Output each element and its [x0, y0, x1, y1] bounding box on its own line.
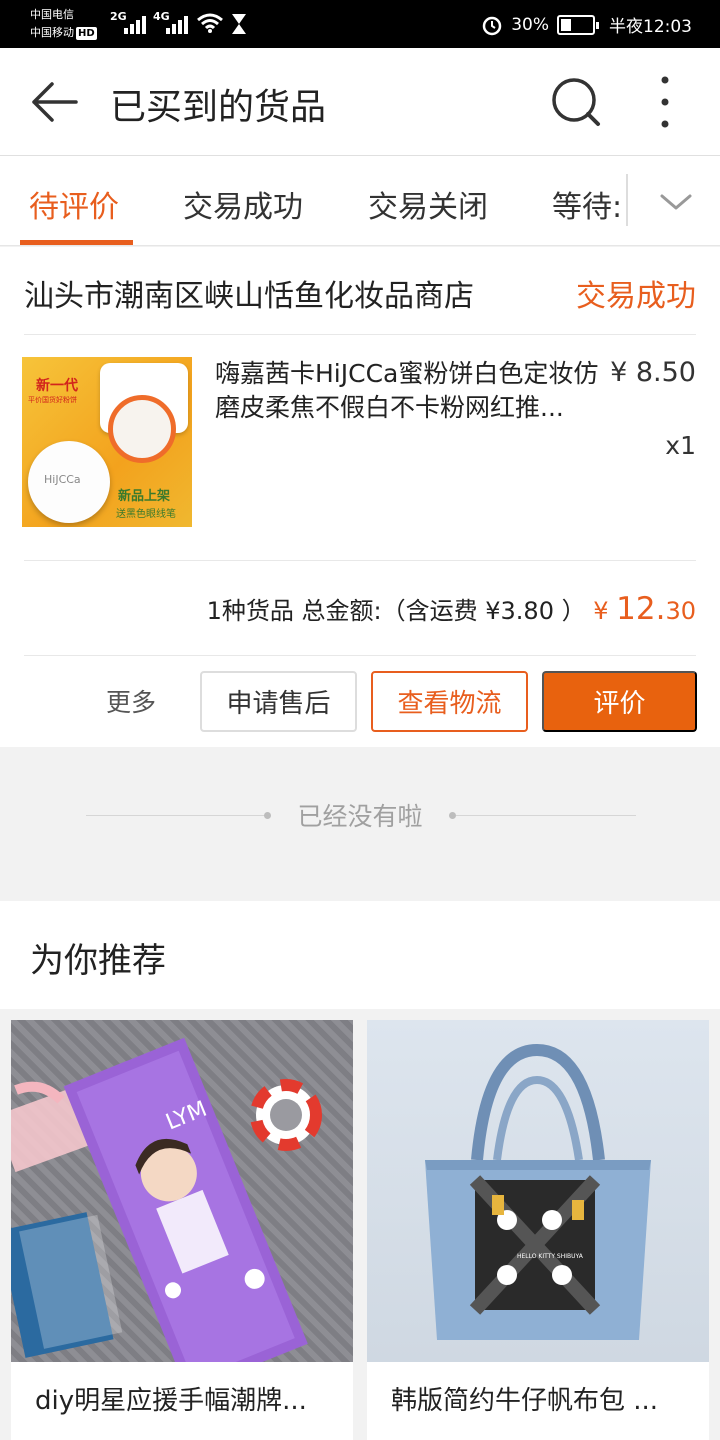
hourglass-icon	[232, 14, 246, 34]
carrier-info: 中国电信 中国移动 HD	[30, 6, 97, 42]
tab-trade-closed[interactable]: 交易关闭	[368, 182, 488, 226]
carrier-2: 中国移动	[30, 26, 74, 39]
thumb-launch-text: 新品上架	[118, 489, 171, 504]
divider	[24, 655, 696, 656]
chevron-down-icon[interactable]	[656, 186, 696, 216]
recommend-card[interactable]: HELLO KITTY SHIBUYA 韩版简约牛仔帆布包 ...	[367, 1020, 709, 1440]
order-tabs: 待评价 交易成功 交易关闭 等待:	[0, 156, 720, 246]
page-title: 已买到的货品	[110, 87, 327, 128]
order-summary: 1种货品 总金额:（含运费 ¥3.80 ） ¥ 12.30	[207, 591, 696, 627]
order-total: ¥ 12.30	[593, 591, 696, 627]
thumb-new-gen-text: 新一代	[36, 378, 78, 394]
tab-waiting[interactable]: 等待:	[552, 182, 624, 226]
product-image[interactable]: HELLO KITTY SHIBUYA	[367, 1020, 709, 1362]
product-price: ¥ 8.50	[610, 357, 696, 388]
product-image[interactable]: LYM	[11, 1020, 353, 1362]
product-title[interactable]: 韩版简约牛仔帆布包 ...	[391, 1380, 691, 1417]
more-actions-link[interactable]: 更多	[106, 683, 156, 719]
status-bar: 中国电信 中国移动 HD 2G 4G 30% 半夜12:03	[0, 0, 720, 48]
product-quantity: x1	[665, 431, 696, 460]
total-decimal: 30	[665, 597, 696, 625]
compact-pan-image	[108, 395, 176, 463]
list-end-marker: 已经没有啦	[0, 747, 720, 901]
back-arrow-icon[interactable]	[26, 74, 82, 130]
summary-label: 1种货品 总金额:（含运费 ¥3.80 ）	[206, 597, 586, 625]
shop-name[interactable]: 汕头市潮南区峡山恬鱼化妆品商店	[24, 271, 474, 315]
end-line-right	[456, 815, 636, 816]
signal-bars-icon	[166, 14, 192, 34]
thumb-brand-text: HiJCCa	[44, 473, 81, 486]
tote-bag-illustration: HELLO KITTY SHIBUYA	[425, 1043, 651, 1340]
end-dot-right	[449, 812, 456, 819]
product-title[interactable]: diy明星应援手幅潮牌...	[35, 1380, 335, 1417]
alarm-icon	[482, 16, 502, 35]
active-tab-indicator	[20, 240, 133, 245]
signal-bars-icon	[124, 14, 150, 34]
product-title[interactable]: 嗨嘉茜卡HiJCCa蜜粉饼白色定妆仿磨皮柔焦不假白不卡粉网红推...	[215, 357, 607, 425]
total-currency: ¥	[593, 597, 617, 625]
thumb-tagline-text: 送黑色眼线笔	[116, 509, 176, 520]
carrier-1: 中国电信	[30, 8, 74, 21]
product-thumbnail[interactable]: 新一代 平价国货好粉饼 HiJCCa 新品上架 送黑色眼线笔	[22, 357, 192, 527]
total-integer: 12.	[616, 591, 666, 627]
rate-button[interactable]: 评价	[542, 671, 697, 732]
recommend-grid: LYM diy明星应援手幅潮牌... HELLO KITTY SHIBUYA 韩…	[0, 1009, 720, 1440]
app-header: 已买到的货品	[0, 48, 720, 156]
bag-brand-text: HELLO KITTY SHIBUYA	[517, 1253, 584, 1260]
divider	[24, 560, 696, 561]
search-icon[interactable]	[548, 74, 604, 130]
view-logistics-button[interactable]: 查看物流	[371, 671, 528, 732]
order-card: 汕头市潮南区峡山恬鱼化妆品商店 交易成功 新一代 平价国货好粉饼 HiJCCa …	[0, 247, 720, 747]
divider	[24, 334, 696, 335]
order-status: 交易成功	[576, 279, 696, 314]
after-sale-button[interactable]: 申请售后	[200, 671, 357, 732]
battery-percent: 30%	[511, 14, 549, 35]
clock: 半夜12:03	[609, 17, 692, 37]
thumb-sub-text: 平价国货好粉饼	[28, 396, 77, 404]
battery-icon	[557, 14, 599, 35]
recommend-header: 为你推荐	[0, 901, 720, 1009]
tab-trade-success[interactable]: 交易成功	[183, 182, 303, 226]
more-options-icon[interactable]	[650, 72, 680, 132]
powder-puff-image: HiJCCa	[28, 441, 110, 523]
recommend-title: 为你推荐	[30, 941, 166, 981]
tab-pending-review[interactable]: 待评价	[29, 182, 119, 226]
tab-divider	[626, 174, 628, 226]
status-right: 30% 半夜12:03	[481, 12, 692, 37]
recommend-card[interactable]: LYM diy明星应援手幅潮牌...	[11, 1020, 353, 1440]
hd-badge: HD	[76, 27, 97, 40]
wifi-icon	[197, 13, 223, 33]
banner-product-illustration: LYM	[11, 1037, 322, 1362]
